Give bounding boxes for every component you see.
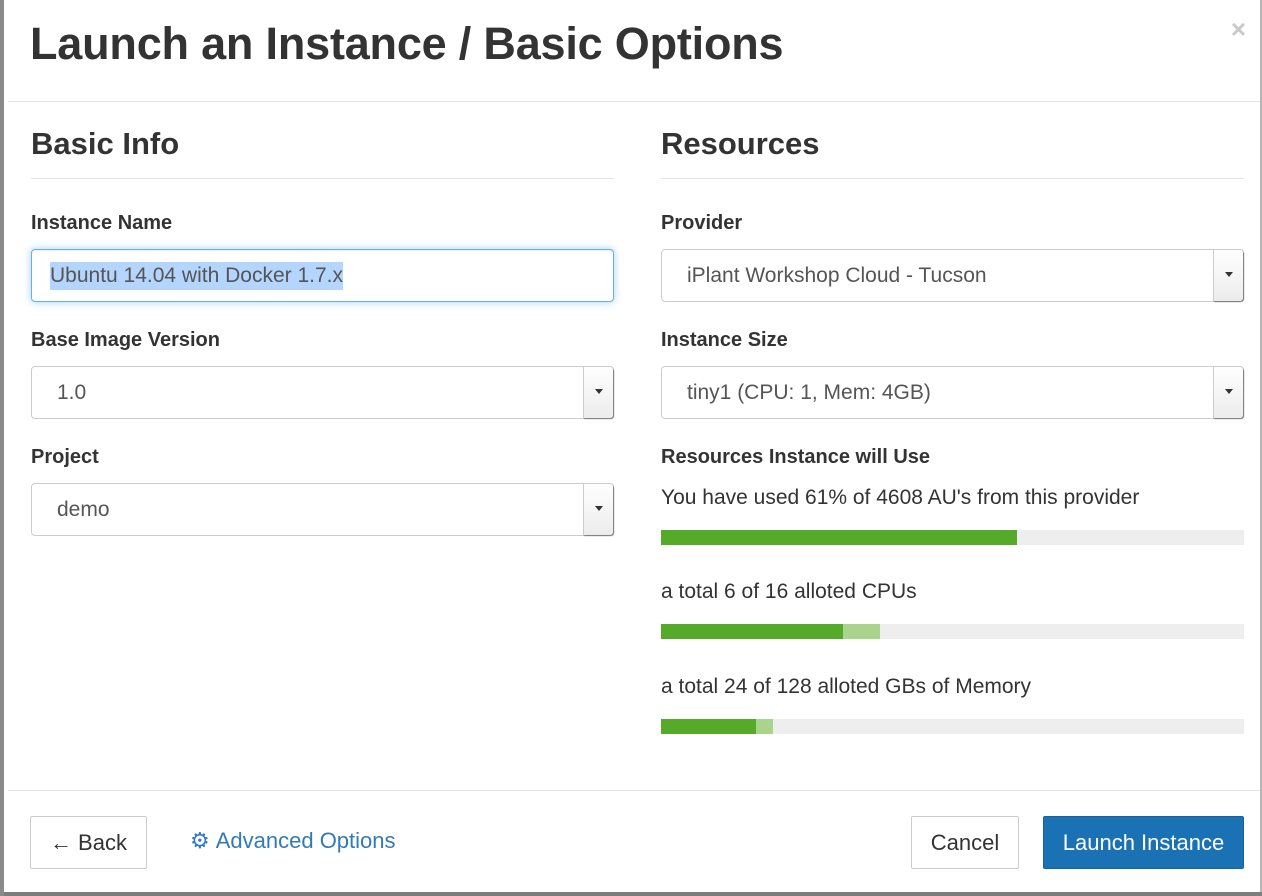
arrow-left-icon: ← bbox=[50, 829, 73, 855]
backdrop-edge bbox=[4, 892, 1262, 896]
launch-instance-button[interactable]: Launch Instance bbox=[1043, 816, 1244, 869]
cpu-usage-bar bbox=[661, 624, 1244, 639]
resources-divider bbox=[661, 178, 1244, 179]
project-value: demo bbox=[57, 498, 110, 521]
gear-icon: ⚙ bbox=[190, 828, 210, 853]
advanced-options-link[interactable]: ⚙ Advanced Options bbox=[190, 828, 396, 854]
base-image-version-dropdown-toggle[interactable] bbox=[583, 367, 613, 418]
cpu-used-fill bbox=[661, 624, 844, 639]
resources-heading: Resources bbox=[661, 126, 820, 161]
base-image-version-select[interactable]: 1.0 bbox=[31, 366, 614, 419]
base-image-version-value: 1.0 bbox=[57, 381, 87, 404]
memory-requested-fill bbox=[755, 719, 774, 734]
memory-usage-text: a total 24 of 128 alloted GBs of Memory bbox=[661, 675, 1032, 698]
memory-usage-bar bbox=[661, 719, 1244, 734]
instance-size-value: tiny1 (CPU: 1, Mem: 4GB) bbox=[687, 381, 931, 404]
chevron-down-icon bbox=[595, 506, 603, 511]
advanced-options-label: Advanced Options bbox=[215, 828, 396, 853]
instance-size-dropdown-toggle[interactable] bbox=[1213, 367, 1243, 418]
chevron-down-icon bbox=[1225, 272, 1233, 277]
back-button-label: Back bbox=[78, 829, 127, 855]
modal-header: Launch an Instance / Basic Options × bbox=[8, 0, 1262, 102]
close-icon[interactable]: × bbox=[1231, 16, 1246, 42]
provider-dropdown-toggle[interactable] bbox=[1213, 250, 1243, 301]
project-dropdown-toggle[interactable] bbox=[583, 484, 613, 535]
base-image-version-label: Base Image Version bbox=[31, 329, 220, 351]
resources-usage-heading: Resources Instance will Use bbox=[661, 446, 931, 468]
basic-info-divider bbox=[31, 178, 614, 179]
project-select[interactable]: demo bbox=[31, 483, 614, 536]
back-button[interactable]: ← Back bbox=[30, 816, 147, 869]
au-usage-text: You have used 61% of 4608 AU's from this… bbox=[661, 486, 1140, 509]
basic-info-heading: Basic Info bbox=[31, 126, 180, 161]
project-label: Project bbox=[31, 446, 99, 468]
provider-label: Provider bbox=[661, 212, 743, 234]
instance-name-value: Ubuntu 14.04 with Docker 1.7.x bbox=[50, 261, 343, 290]
modal-title: Launch an Instance / Basic Options bbox=[30, 18, 784, 69]
au-used-fill bbox=[661, 530, 1017, 545]
memory-used-fill bbox=[661, 719, 756, 734]
instance-size-select[interactable]: tiny1 (CPU: 1, Mem: 4GB) bbox=[661, 366, 1244, 419]
cancel-button[interactable]: Cancel bbox=[911, 816, 1019, 869]
launch-instance-modal: Launch an Instance / Basic Options × Bas… bbox=[0, 0, 1262, 896]
instance-name-label: Instance Name bbox=[31, 212, 173, 234]
instance-name-input[interactable]: Ubuntu 14.04 with Docker 1.7.x bbox=[31, 249, 614, 302]
cpu-usage-text: a total 6 of 16 alloted CPUs bbox=[661, 580, 917, 603]
modal-footer: ← Back ⚙ Advanced Options Cancel Launch … bbox=[8, 790, 1262, 892]
provider-value: iPlant Workshop Cloud - Tucson bbox=[687, 264, 987, 287]
au-usage-bar bbox=[661, 530, 1244, 545]
chevron-down-icon bbox=[1225, 389, 1233, 394]
chevron-down-icon bbox=[595, 389, 603, 394]
provider-select[interactable]: iPlant Workshop Cloud - Tucson bbox=[661, 249, 1244, 302]
cpu-requested-fill bbox=[843, 624, 880, 639]
instance-size-label: Instance Size bbox=[661, 329, 788, 351]
